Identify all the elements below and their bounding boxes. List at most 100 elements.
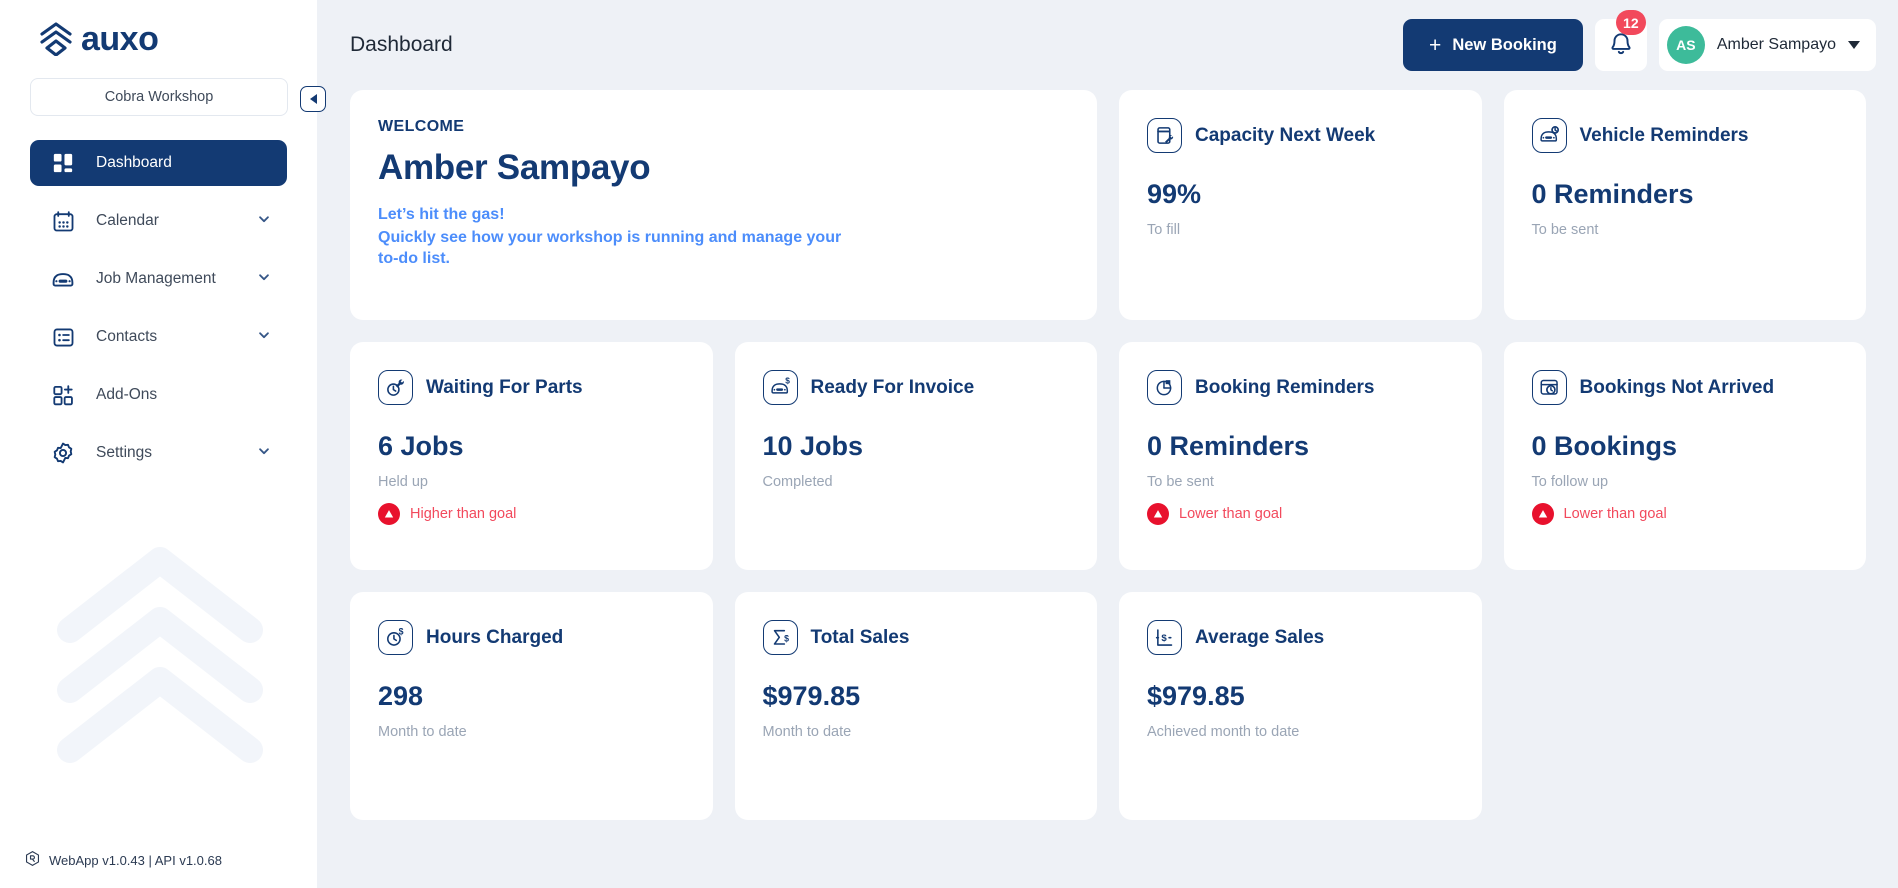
card-goal-label: Lower than goal [1179, 506, 1283, 522]
card-vehicle-reminders[interactable]: Vehicle Reminders 0 Reminders To be sent [1503, 90, 1866, 320]
card-hours-charged[interactable]: $ Hours Charged 298 Month to date [350, 592, 713, 820]
card-subtitle: Completed [762, 474, 833, 490]
card-value: 10 Jobs [762, 431, 864, 461]
alert-warning-icon [378, 503, 400, 525]
sidebar-item-contacts[interactable]: Contacts [30, 314, 287, 360]
card-header: Bookings Not Arrived [1531, 370, 1839, 405]
card-title: Vehicle Reminders [1579, 124, 1749, 146]
sidebar: auxo Cobra Workshop Dashboard Calendar J… [0, 0, 326, 888]
dashboard-grid-icon [50, 150, 76, 176]
sidebar-collapse-button[interactable] [300, 86, 326, 112]
card-title: Average Sales [1195, 626, 1325, 648]
car-dollar-icon: $ [762, 370, 798, 405]
clock-dollar-icon: $ [378, 620, 413, 655]
sidebar-item-label: Add-Ons [96, 386, 158, 403]
card-goal-status: Lower than goal [1531, 503, 1839, 525]
card-goal-status: Lower than goal [1147, 503, 1454, 525]
clock-wrench-icon [378, 370, 413, 405]
sidebar-item-label: Calendar [96, 212, 159, 229]
add-ons-icon [50, 382, 76, 408]
app-root: auxo Cobra Workshop Dashboard Calendar J… [0, 0, 1898, 888]
dashboard-grid: WELCOME Amber Sampayo Let’s hit the gas!… [318, 90, 1898, 820]
card-value: 0 Reminders [1147, 431, 1310, 461]
welcome-description: Quickly see how your workshop is running… [378, 228, 842, 267]
sidebar-watermark-icon [55, 525, 265, 795]
sidebar-item-label: Contacts [96, 328, 158, 345]
card-header: $ Hours Charged [378, 620, 685, 655]
alert-warning-icon [1147, 503, 1169, 525]
sidebar-nav: Dashboard Calendar Job Management Contac… [0, 140, 317, 476]
chevron-left-icon [309, 94, 317, 104]
booking-reminder-icon [1147, 370, 1182, 405]
welcome-tagline: Let’s hit the gas! [378, 206, 505, 223]
card-value: 99% [1147, 179, 1202, 209]
welcome-label: WELCOME [378, 118, 465, 135]
sidebar-item-calendar[interactable]: Calendar [30, 198, 287, 244]
welcome-user-name: Amber Sampayo [378, 148, 651, 187]
sidebar-item-dashboard[interactable]: Dashboard [30, 140, 287, 186]
topbar-actions: + New Booking 12 AS Amber Sampayo [1403, 10, 1876, 71]
gear-icon [50, 440, 76, 466]
brand-name: auxo [81, 20, 159, 58]
card-header: $ Average Sales [1147, 620, 1454, 655]
card-average-sales[interactable]: $ Average Sales $979.85 Achieved month t… [1119, 592, 1482, 820]
calendar-icon [50, 208, 76, 234]
user-menu[interactable]: AS Amber Sampayo [1658, 19, 1876, 71]
card-subtitle: Held up [378, 474, 428, 490]
card-title: Total Sales [810, 626, 910, 648]
car-icon [50, 266, 76, 292]
sidebar-item-label: Job Management [96, 270, 216, 287]
card-value: $979.85 [1147, 681, 1245, 711]
app-version-footer: WebApp v1.0.43 | API v1.0.68 [24, 850, 222, 870]
plus-icon: + [1429, 33, 1442, 57]
card-value: 6 Jobs [378, 431, 464, 461]
card-capacity-next-week[interactable]: Capacity Next Week 99% To fill [1119, 90, 1482, 320]
svg-text:$: $ [784, 633, 789, 643]
card-ready-for-invoice[interactable]: $ Ready For Invoice 10 Jobs Completed [734, 342, 1097, 570]
card-value: 298 [378, 681, 424, 711]
card-header: Booking Reminders [1147, 370, 1454, 405]
card-title: Ready For Invoice [810, 376, 975, 398]
card-subtitle: Achieved month to date [1147, 724, 1300, 740]
card-subtitle: To be sent [1531, 222, 1599, 238]
notification-badge: 12 [1615, 10, 1646, 35]
card-title: Hours Charged [426, 626, 564, 648]
car-clock-icon [1531, 118, 1567, 153]
notifications-button[interactable]: 12 [1594, 10, 1647, 71]
svg-text:$: $ [785, 377, 790, 386]
card-goal-label: Higher than goal [410, 506, 517, 522]
card-total-sales[interactable]: $ Total Sales $979.85 Month to date [734, 592, 1097, 820]
card-waiting-for-parts[interactable]: Waiting For Parts 6 Jobs Held up Higher … [350, 342, 713, 570]
card-subtitle: To be sent [1147, 474, 1214, 490]
topbar: Dashboard + New Booking 12 AS Amber Samp… [318, 0, 1898, 90]
alert-warning-icon [1531, 503, 1554, 525]
sigma-dollar-icon: $ [762, 620, 798, 655]
workshop-selector-value: Cobra Workshop [104, 89, 214, 105]
avatar: AS [1666, 26, 1705, 64]
card-header: $ Total Sales [762, 620, 1070, 655]
card-subtitle: Month to date [378, 724, 467, 740]
card-title: Waiting For Parts [426, 376, 583, 398]
card-header: Capacity Next Week [1147, 118, 1454, 153]
sidebar-item-settings[interactable]: Settings [30, 430, 287, 476]
sidebar-item-job-management[interactable]: Job Management [30, 256, 287, 302]
card-title: Capacity Next Week [1195, 124, 1376, 146]
card-goal-status: Higher than goal [378, 503, 685, 525]
card-header: $ Ready For Invoice [762, 370, 1070, 405]
card-header: Waiting For Parts [378, 370, 685, 405]
new-booking-button[interactable]: + New Booking [1403, 19, 1583, 71]
card-value: 0 Bookings [1531, 431, 1678, 461]
sidebar-item-add-ons[interactable]: Add-Ons [30, 372, 287, 418]
card-title: Booking Reminders [1195, 376, 1375, 398]
brand-logo[interactable]: auxo [0, 0, 317, 58]
card-subtitle: Month to date [762, 724, 852, 740]
card-value: 0 Reminders [1531, 179, 1694, 209]
workshop-selector[interactable]: Cobra Workshop [30, 78, 288, 116]
main-content: Dashboard + New Booking 12 AS Amber Samp… [318, 0, 1898, 888]
card-booking-reminders[interactable]: Booking Reminders 0 Reminders To be sent… [1119, 342, 1482, 570]
sidebar-item-label: Dashboard [96, 154, 172, 171]
card-header: Vehicle Reminders [1531, 118, 1839, 153]
app-version-icon [24, 850, 41, 870]
chevron-down-icon [257, 444, 271, 463]
card-bookings-not-arrived[interactable]: Bookings Not Arrived 0 Bookings To follo… [1503, 342, 1866, 570]
